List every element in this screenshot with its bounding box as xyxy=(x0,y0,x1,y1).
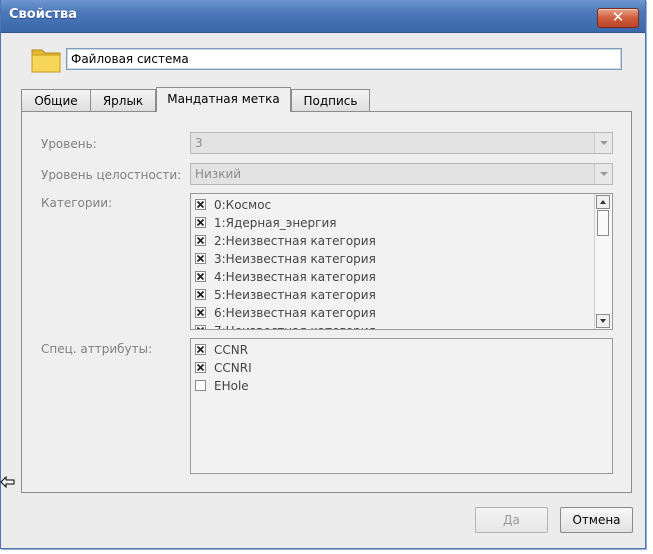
scrollbar[interactable] xyxy=(594,194,612,329)
tab-signature[interactable]: Подпись xyxy=(291,89,370,111)
checkbox[interactable] xyxy=(195,362,206,373)
window-title: Свойства xyxy=(9,7,78,22)
level-select[interactable]: 3 xyxy=(190,132,613,154)
list-item-label: CCNRI xyxy=(214,361,252,375)
level-label: Уровень: xyxy=(41,137,97,151)
checkbox[interactable] xyxy=(195,344,206,355)
object-name-field[interactable]: Файловая система xyxy=(66,48,622,70)
level-value: 3 xyxy=(195,136,203,150)
properties-dialog: Свойства ✕ Файловая система Общие Ярлык … xyxy=(0,0,646,549)
list-item-label: 4:Неизвестная категория xyxy=(214,270,376,284)
tab-general[interactable]: Общие xyxy=(21,89,91,111)
checkbox[interactable] xyxy=(195,307,206,318)
integrity-value: Низкий xyxy=(195,167,242,181)
checkbox[interactable] xyxy=(195,380,206,391)
list-item-label: 1:Ядерная_энергия xyxy=(214,216,337,230)
list-item-label: 6:Неизвестная категория xyxy=(214,306,376,320)
list-item-label: 0:Космос xyxy=(214,198,272,212)
resize-arrow-icon xyxy=(0,476,15,488)
close-icon: ✕ xyxy=(611,8,625,26)
ok-button[interactable]: Да xyxy=(475,507,548,533)
tab-mandatory-label[interactable]: Мандатная метка xyxy=(156,87,291,112)
checkbox[interactable] xyxy=(195,217,206,228)
chevron-down-icon[interactable] xyxy=(594,164,612,184)
attributes-list[interactable]: CCNR CCNRI EHole xyxy=(190,338,613,474)
folder-icon xyxy=(31,49,61,73)
integrity-label: Уровень целостности: xyxy=(41,168,182,182)
checkbox[interactable] xyxy=(195,199,206,210)
checkbox[interactable] xyxy=(195,235,206,246)
checkbox[interactable] xyxy=(195,325,206,329)
attributes-label: Спец. аттрибуты: xyxy=(41,342,153,356)
chevron-down-icon[interactable] xyxy=(594,133,612,153)
scroll-thumb[interactable] xyxy=(597,210,609,236)
list-item-label: 7:Неизвестная категория xyxy=(214,322,376,329)
scroll-down-icon[interactable] xyxy=(596,314,610,328)
list-item-label: 5:Неизвестная категория xyxy=(214,288,376,302)
tab-shortcut[interactable]: Ярлык xyxy=(90,89,156,111)
close-button[interactable]: ✕ xyxy=(597,8,639,28)
categories-list[interactable]: 0:Космос 1:Ядерная_энергия 2:Неизвестная… xyxy=(190,193,613,330)
scroll-up-icon[interactable] xyxy=(596,195,610,209)
integrity-select[interactable]: Низкий xyxy=(190,163,613,185)
title-bar[interactable]: Свойства ✕ xyxy=(1,0,645,33)
list-item-label: EHole xyxy=(214,379,249,393)
cancel-button[interactable]: Отмена xyxy=(560,507,633,533)
list-item-label: 3:Неизвестная категория xyxy=(214,252,376,266)
checkbox[interactable] xyxy=(195,253,206,264)
checkbox[interactable] xyxy=(195,289,206,300)
categories-label: Категории: xyxy=(41,196,113,210)
checkbox[interactable] xyxy=(195,271,206,282)
list-item-label: 2:Неизвестная категория xyxy=(214,234,376,248)
list-item-label: CCNR xyxy=(214,343,249,357)
